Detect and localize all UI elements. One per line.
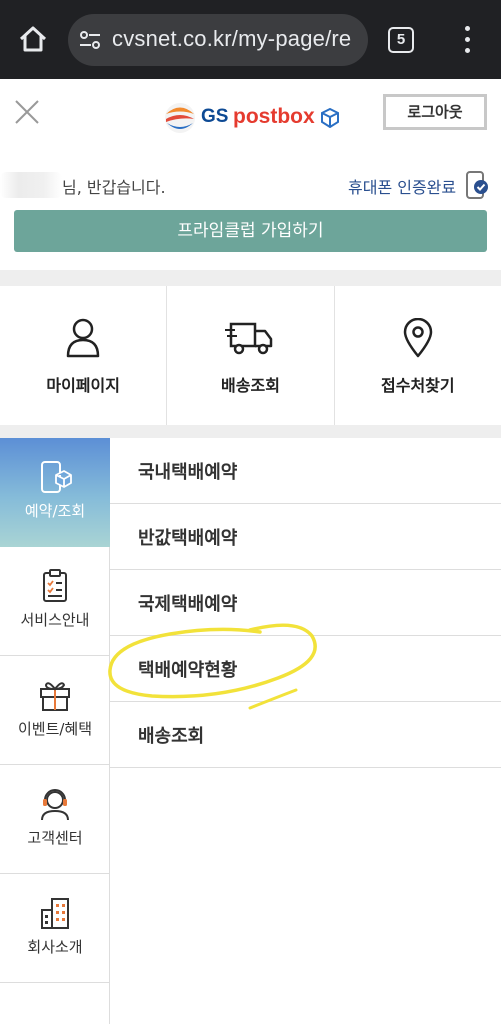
- sidebar-item-label: 고객센터: [27, 829, 83, 847]
- section-divider: [0, 270, 501, 286]
- address-bar[interactable]: cvsnet.co.kr/my-page/re: [68, 14, 368, 66]
- more-menu-icon[interactable]: [454, 24, 480, 56]
- quick-item-delivery-tracking[interactable]: 배송조회: [167, 286, 335, 425]
- site-settings-icon[interactable]: [78, 28, 102, 52]
- headset-agent-icon: [38, 787, 72, 821]
- quick-menu: 마이페이지 배송조회 접수처찾기: [0, 286, 501, 425]
- location-pin-icon: [393, 317, 443, 358]
- prime-club-join-button[interactable]: 프라임클럽 가입하기: [14, 210, 487, 252]
- building-icon: [38, 896, 72, 930]
- close-icon[interactable]: [14, 99, 40, 125]
- sidebar-item-label: 예약/조회: [24, 502, 86, 520]
- sidebar-item-label: 이벤트/혜택: [17, 720, 93, 738]
- sidebar-item-customer-center[interactable]: 고객센터: [0, 765, 110, 874]
- category-sidebar: 예약/조회 서비스안내 이벤트/혜택 고객센터 회사소개: [0, 438, 110, 1024]
- browser-toolbar: cvsnet.co.kr/my-page/re 5: [0, 0, 501, 79]
- quick-item-label: 배송조회: [221, 376, 280, 395]
- logo-postbox-text: postbox: [233, 105, 315, 128]
- blurred-username: [0, 172, 62, 198]
- quick-item-mypage[interactable]: 마이페이지: [0, 286, 168, 425]
- gs-postbox-logo[interactable]: GS postbox: [163, 101, 341, 135]
- submenu-item-reservation-status[interactable]: 택배예약현황: [110, 636, 501, 702]
- person-icon: [58, 318, 108, 358]
- submenu-item-half-price-reservation[interactable]: 반값택배예약: [110, 504, 501, 570]
- greeting-text: 님, 반갑습니다.: [62, 178, 166, 197]
- greeting-row: 님, 반갑습니다. 휴대폰 인증완료: [0, 170, 501, 200]
- tab-switcher-button[interactable]: 5: [388, 27, 414, 53]
- sidebar-item-company[interactable]: 회사소개: [0, 874, 110, 983]
- home-icon[interactable]: [16, 22, 50, 56]
- sidebar-item-events[interactable]: 이벤트/혜택: [0, 656, 110, 765]
- submenu-item-delivery-tracking[interactable]: 배송조회: [110, 702, 501, 768]
- submenu-list: 국내택배예약 반값택배예약 국제택배예약 택배예약현황 배송조회: [110, 438, 501, 768]
- quick-item-label: 접수처찾기: [381, 376, 455, 395]
- submenu-item-label: 국제택배예약: [138, 594, 238, 615]
- phone-parcel-icon: [38, 460, 72, 494]
- logo-gs-text: GS: [201, 106, 229, 127]
- site-header: GS postbox 로그아웃: [0, 79, 501, 159]
- clipboard-icon: [38, 569, 72, 603]
- submenu-item-label: 국내택배예약: [138, 462, 238, 483]
- section-divider: [0, 425, 501, 438]
- logout-button[interactable]: 로그아웃: [383, 94, 487, 130]
- submenu-item-label: 배송조회: [138, 726, 205, 747]
- url-text[interactable]: cvsnet.co.kr/my-page/re: [112, 26, 351, 52]
- submenu-item-domestic-reservation[interactable]: 국내택배예약: [110, 438, 501, 504]
- gift-icon: [38, 678, 72, 712]
- box-icon: [321, 108, 339, 128]
- sidebar-item-reservation[interactable]: 예약/조회: [0, 438, 110, 547]
- phone-verified-icon: [465, 170, 489, 200]
- phone-verified-text: 휴대폰 인증완료: [348, 178, 457, 197]
- submenu-item-label: 택배예약현황: [138, 660, 238, 681]
- submenu-item-label: 반값택배예약: [138, 528, 238, 549]
- sidebar-item-service-guide[interactable]: 서비스안내: [0, 547, 110, 656]
- sidebar-item-label: 서비스안내: [20, 611, 90, 629]
- quick-item-find-location[interactable]: 접수처찾기: [335, 286, 501, 425]
- delivery-truck-icon: [225, 318, 275, 358]
- sidebar-item-label: 회사소개: [27, 938, 83, 956]
- submenu-item-international-reservation[interactable]: 국제택배예약: [110, 570, 501, 636]
- quick-item-label: 마이페이지: [46, 376, 120, 395]
